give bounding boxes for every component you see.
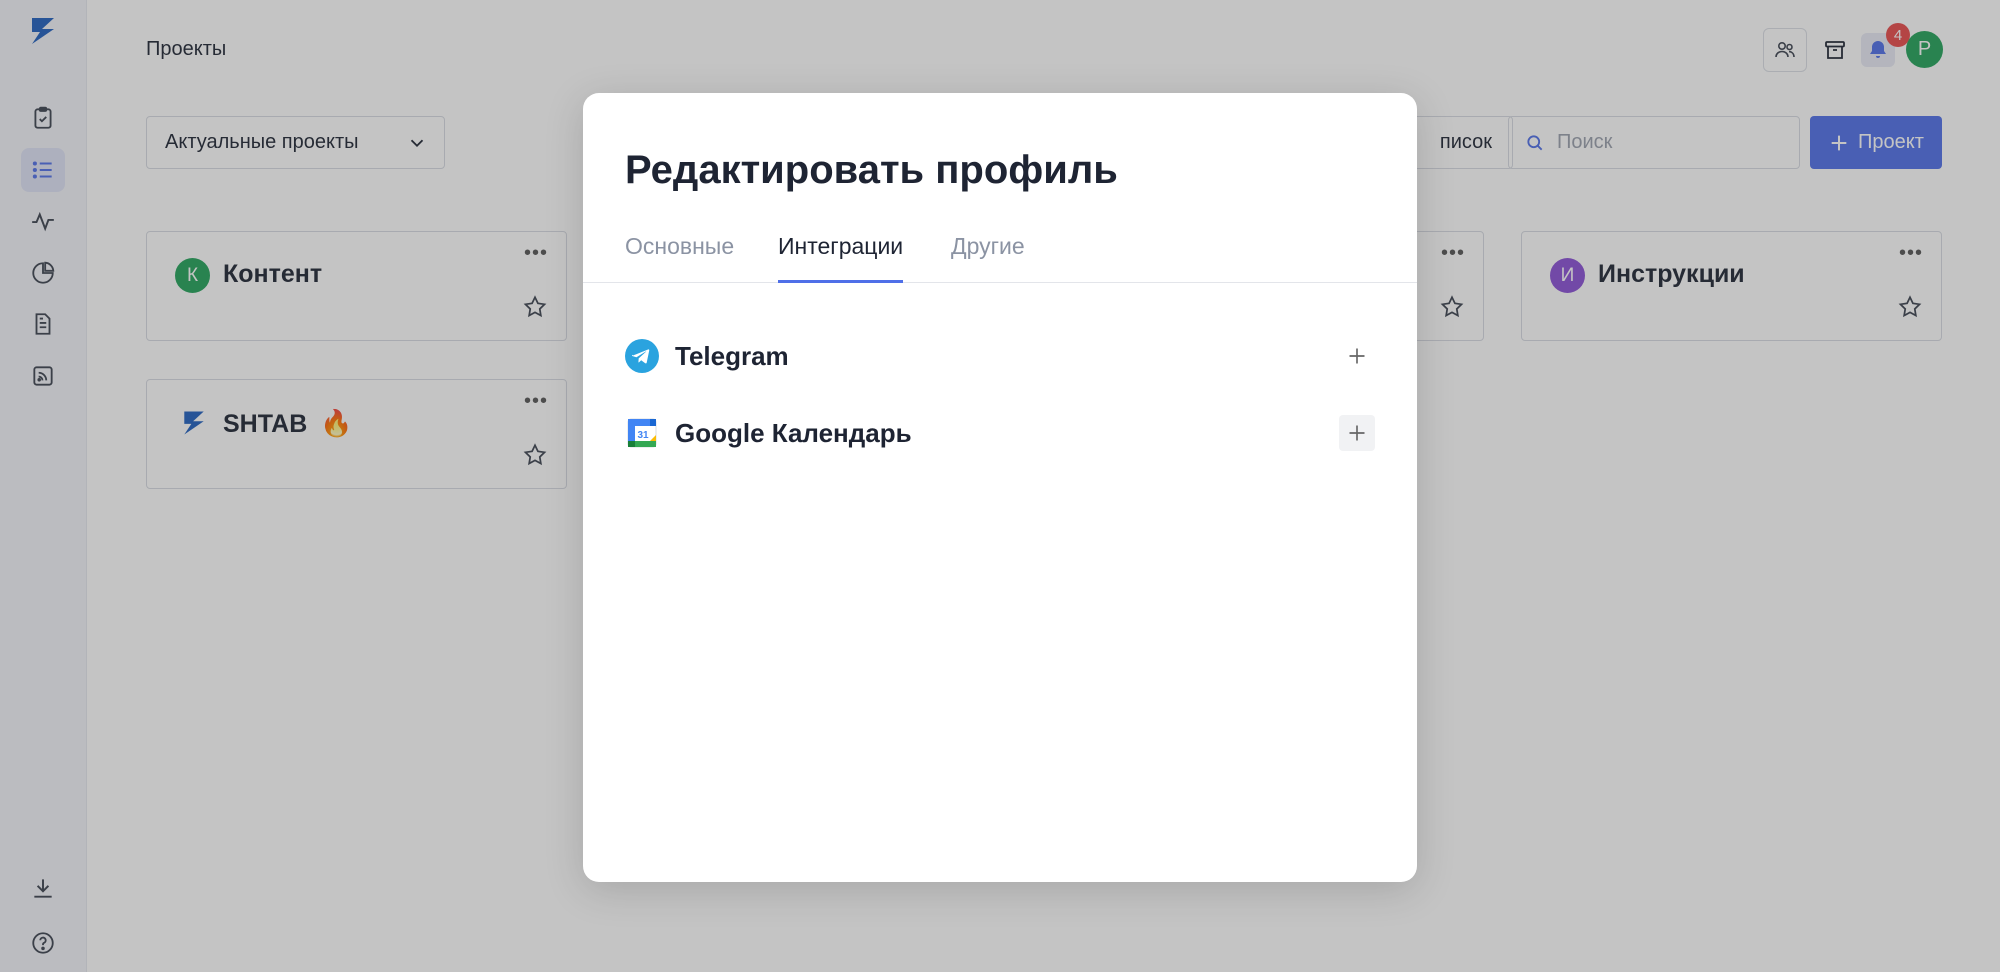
tab-integrations[interactable]: Интеграции: [778, 233, 904, 283]
modal-title: Редактировать профиль: [625, 148, 1118, 192]
integration-row-telegram: Telegram: [625, 336, 1375, 376]
plus-icon: [1349, 425, 1365, 441]
modal-tabs: Основные Интеграции Другие: [583, 233, 1417, 283]
google-calendar-icon: 31: [627, 418, 657, 448]
integration-name: Telegram: [675, 340, 789, 371]
add-google-calendar-button[interactable]: [1339, 415, 1375, 451]
svg-text:31: 31: [637, 430, 649, 441]
tab-other[interactable]: Другие: [951, 233, 1025, 283]
integration-row-google-calendar: 31 Google Календарь: [625, 413, 1375, 453]
tab-general[interactable]: Основные: [625, 233, 734, 283]
plus-icon: [1349, 348, 1365, 364]
add-telegram-button[interactable]: [1339, 338, 1375, 374]
telegram-icon: [625, 339, 659, 373]
integration-name: Google Календарь: [675, 417, 912, 448]
edit-profile-modal: Редактировать профиль Основные Интеграци…: [583, 93, 1417, 882]
